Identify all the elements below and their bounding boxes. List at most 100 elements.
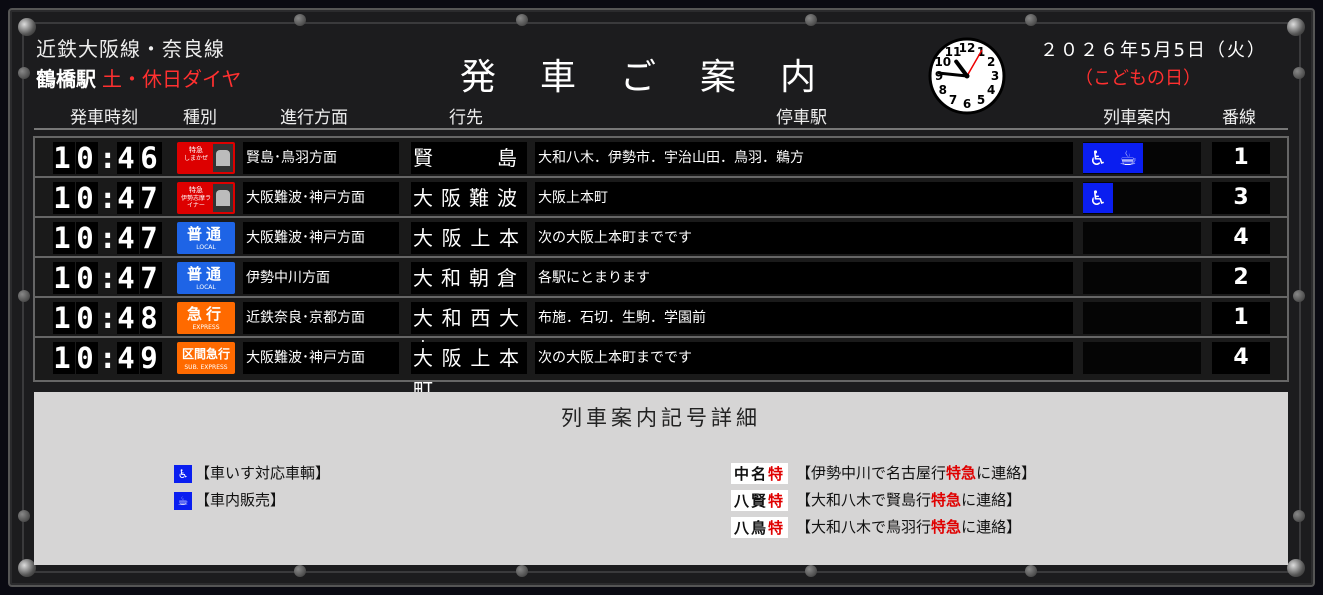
legend-wheelchair: ♿ 【車いす対応車輌】	[174, 462, 330, 483]
time-digit: 0	[76, 301, 98, 335]
time-digit: 1	[53, 301, 75, 335]
code-desc-pre: 【伊勢中川で名古屋行	[796, 464, 947, 482]
destination: 大阪上本町	[411, 342, 527, 402]
code-desc-post: に連絡】	[961, 491, 1022, 509]
page-title: 発車ご案内	[460, 57, 861, 98]
time-digit: 4	[117, 141, 139, 175]
destination: 大和朝倉	[411, 262, 527, 294]
train-info	[1083, 222, 1201, 254]
legend-connection-code: 八賢特 【大和八木で賢島行特急に連絡】	[731, 489, 1021, 511]
code-desc-pre: 【大和八木で鳥羽行	[796, 518, 932, 536]
column-header-direction: 進行方面	[280, 108, 348, 128]
stopping-stations: 次の大阪上本町までです	[535, 222, 1073, 254]
direction: 大阪難波･神戸方面	[243, 222, 399, 254]
train-type-label: 区間急行	[181, 347, 230, 361]
platform-number: 3	[1212, 182, 1270, 214]
column-header-destination: 行先	[449, 108, 483, 128]
train-type-label: 急行	[186, 305, 225, 323]
connection-code-badge: 中名特	[731, 463, 789, 484]
station-name: 鶴橋駅	[36, 67, 96, 91]
bolt-icon	[805, 565, 817, 577]
train-type-sub: LOCAL	[196, 244, 216, 251]
platform-number: 1	[1212, 302, 1270, 334]
date-text: ２０２６年5月5日（火）	[1040, 40, 1267, 61]
direction: 賢島･鳥羽方面	[243, 142, 399, 174]
bolt-icon	[516, 565, 528, 577]
clock-numeral: 11	[945, 45, 962, 59]
bolt-icon	[18, 290, 30, 302]
legend-panel: 列車案内記号詳細 ♿ 【車いす対応車輌】 ☕ 【車内販売】 中名特 【伊勢中川で名古屋…	[34, 392, 1288, 565]
time-digit: 1	[53, 261, 75, 295]
platform-number: 2	[1212, 262, 1270, 294]
departure-row: 10:48急行EXPRESS近鉄奈良･京都方面大和西大寺布施．石切．生駒．学園前…	[35, 298, 1287, 362]
train-type-sub: EXPRESS	[192, 324, 220, 331]
train-front-icon	[213, 144, 233, 172]
departure-row: 10:49 区間急行 SUB. EXPRESS 大阪難波･神戸方面 大阪上本町 次の大阪上…	[35, 338, 1287, 402]
station-header: 鶴橋駅 土・休日ダイヤ	[36, 63, 241, 92]
corner-bolt-icon	[18, 18, 36, 36]
bolt-icon	[294, 565, 306, 577]
train-type-sub: LOCAL	[196, 284, 216, 291]
code-prefix: 八鳥	[734, 519, 769, 537]
time-digit: 4	[117, 341, 139, 375]
departure-time: 10:47	[53, 261, 162, 295]
train-type-badge: 急行 EXPRESS	[177, 302, 235, 334]
corner-bolt-icon	[1287, 18, 1305, 36]
bolt-icon	[18, 510, 30, 522]
time-digit: 0	[76, 181, 98, 215]
departure-row: 10:47 普通 LOCAL 伊勢中川方面 大和朝倉 各駅にとまります 2	[35, 258, 1287, 298]
departure-time: 10:47	[53, 221, 162, 255]
code-prefix: 中名	[734, 465, 769, 483]
train-type-badge: 区間急行 SUB. EXPRESS	[177, 342, 235, 374]
departure-time: 10:46	[53, 141, 162, 175]
bolt-icon	[1025, 14, 1037, 26]
destination: 賢 島	[411, 142, 527, 174]
platform-number: 4	[1212, 222, 1270, 254]
wheelchair-icon: ♿	[1083, 143, 1113, 173]
time-digit: 7	[140, 181, 162, 215]
departure-time: 10:47	[53, 181, 162, 215]
time-digit: 0	[76, 141, 98, 175]
train-type-badge: 普通 LOCAL	[177, 262, 235, 294]
bolt-icon	[516, 14, 528, 26]
legend-shop: ☕ 【車内販売】	[174, 489, 285, 510]
bolt-icon	[1293, 67, 1305, 79]
train-front-icon	[213, 184, 233, 212]
legend-connection-code: 中名特 【伊勢中川で名古屋行特急に連絡】	[731, 462, 1036, 484]
legend-title: 列車案内記号詳細	[561, 406, 761, 430]
train-type-label: 普通	[186, 265, 225, 283]
bolt-icon	[1025, 565, 1037, 577]
time-digit: 4	[117, 181, 139, 215]
bolt-icon	[1293, 290, 1305, 302]
platform-number: 1	[1212, 142, 1270, 174]
direction: 大阪難波･神戸方面	[243, 182, 399, 214]
column-header-type: 種別	[183, 108, 217, 128]
time-digit: 0	[76, 261, 98, 295]
time-digit: 1	[53, 181, 75, 215]
code-prefix: 八賢	[734, 492, 769, 510]
train-type-label: 特急	[189, 186, 203, 194]
train-type-sub: しまかぜ	[183, 155, 208, 162]
train-type-sub: SUB. EXPRESS	[184, 364, 228, 371]
frame-rail-top	[20, 22, 1303, 24]
holiday-text: （こどもの日）	[1075, 68, 1201, 89]
time-digit: 7	[140, 221, 162, 255]
time-digit: 8	[140, 301, 162, 335]
code-suffix: 特	[768, 465, 786, 483]
time-digit: 9	[140, 341, 162, 375]
destination: 大阪上本町	[411, 222, 527, 282]
time-digit: 4	[117, 261, 139, 295]
clock-numeral: 4	[987, 83, 995, 97]
wheelchair-icon: ♿	[174, 464, 192, 483]
direction: 大阪難波･神戸方面	[243, 342, 399, 374]
code-suffix: 特	[768, 519, 786, 537]
bolt-icon	[18, 67, 30, 79]
train-type-badge: 普通 LOCAL	[177, 222, 235, 254]
train-info	[1083, 262, 1201, 294]
connection-code-badge: 八賢特	[731, 490, 789, 511]
stopping-stations: 次の大阪上本町までです	[535, 342, 1073, 374]
diagram-type: 土・休日ダイヤ	[102, 67, 242, 91]
direction: 伊勢中川方面	[243, 262, 399, 294]
column-header-stops: 停車駅	[776, 108, 827, 128]
departure-time: 10:48	[53, 301, 162, 335]
